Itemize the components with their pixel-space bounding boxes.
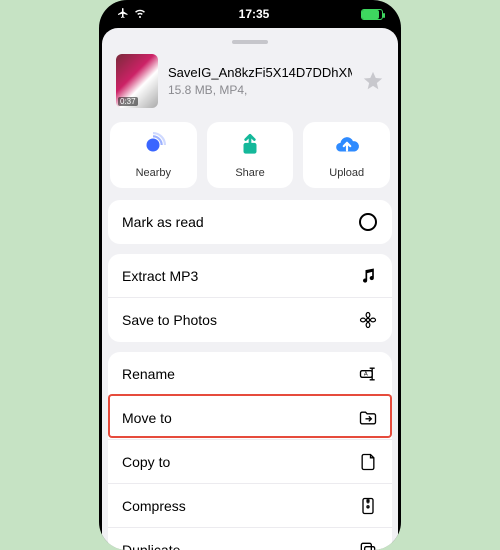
video-thumbnail[interactable]: 0:37: [116, 54, 158, 108]
move-to-row[interactable]: Move to: [108, 396, 392, 440]
rename-label: Rename: [122, 366, 175, 382]
copy-to-row[interactable]: Copy to: [108, 440, 392, 484]
extract-mp3-row[interactable]: Extract MP3: [108, 254, 392, 298]
status-bar: 17:35: [99, 4, 401, 24]
compress-label: Compress: [122, 498, 186, 514]
share-button[interactable]: Share: [207, 122, 294, 188]
rename-row[interactable]: Rename A: [108, 352, 392, 396]
upload-button[interactable]: Upload: [303, 122, 390, 188]
airplane-icon: [117, 7, 129, 22]
upload-label: Upload: [329, 167, 364, 179]
radio-empty-icon: [358, 212, 378, 232]
zip-icon: [358, 496, 378, 516]
video-duration: 0:37: [118, 97, 138, 106]
document-icon: [358, 452, 378, 472]
file-header: 0:37 SaveIG_An8kzFi5X14D7DDhXMphRfwQ_Dte…: [102, 54, 398, 122]
nearby-button[interactable]: Nearby: [110, 122, 197, 188]
favorite-star-icon[interactable]: [362, 70, 384, 92]
nearby-icon: [140, 132, 166, 163]
top-actions-row: Nearby Share Upload: [102, 122, 398, 200]
folder-arrow-icon: [358, 408, 378, 428]
compress-row[interactable]: Compress: [108, 484, 392, 528]
save-to-photos-row[interactable]: Save to Photos: [108, 298, 392, 342]
file-subline: 15.8 MB, MP4,: [168, 83, 352, 97]
music-note-icon: [358, 266, 378, 286]
status-time: 17:35: [239, 7, 270, 21]
battery-icon: [361, 9, 383, 20]
photos-flower-icon: [358, 310, 378, 330]
mark-as-read-label: Mark as read: [122, 214, 204, 230]
save-to-photos-label: Save to Photos: [122, 312, 217, 328]
extract-mp3-label: Extract MP3: [122, 268, 198, 284]
share-icon: [237, 132, 263, 163]
options-list: Mark as read Extract MP3 Save to Photos: [102, 200, 398, 550]
wifi-icon: [133, 7, 147, 22]
rename-icon: A: [358, 364, 378, 384]
svg-text:A: A: [364, 371, 368, 377]
file-name: SaveIG_An8kzFi5X14D7DDhXMphRfwQ_DteM6vka…: [168, 65, 352, 81]
mark-as-read-row[interactable]: Mark as read: [108, 200, 392, 244]
copy-to-label: Copy to: [122, 454, 170, 470]
nearby-label: Nearby: [136, 167, 171, 179]
move-to-label: Move to: [122, 410, 172, 426]
share-label: Share: [235, 167, 264, 179]
upload-cloud-icon: [334, 132, 360, 163]
action-sheet: 0:37 SaveIG_An8kzFi5X14D7DDhXMphRfwQ_Dte…: [102, 28, 398, 550]
sheet-grabber[interactable]: [232, 40, 268, 44]
duplicate-label: Duplicate: [122, 542, 180, 550]
duplicate-icon: [358, 540, 378, 550]
duplicate-row[interactable]: Duplicate: [108, 528, 392, 550]
